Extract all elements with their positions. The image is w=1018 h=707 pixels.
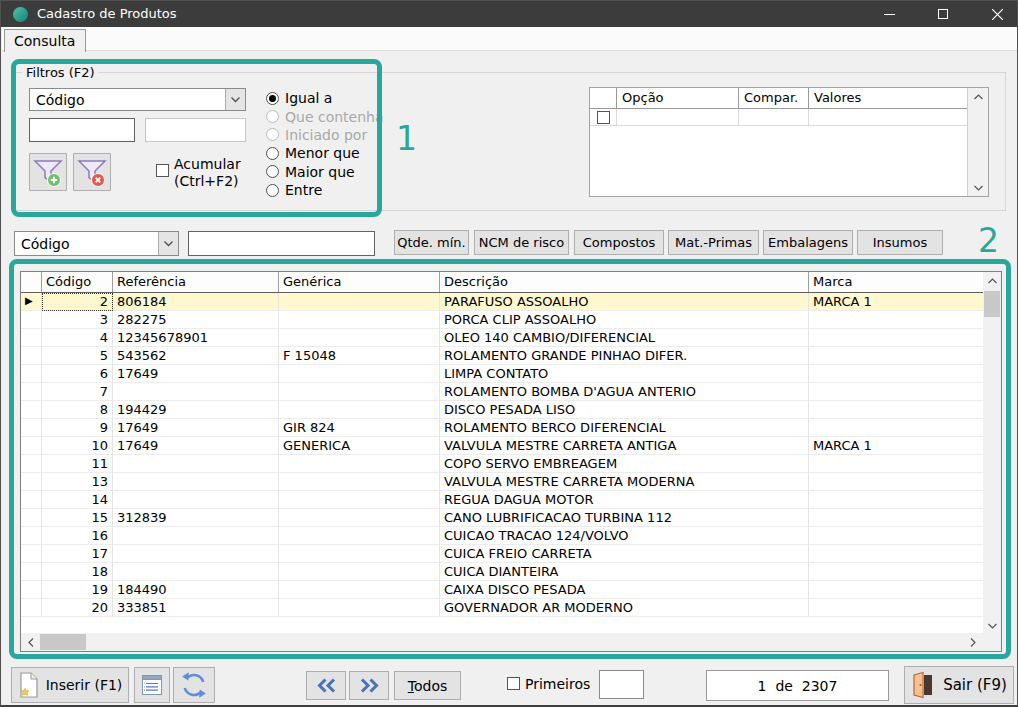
- category-button[interactable]: NCM de risco: [474, 230, 569, 255]
- annotation-number-1: 1: [396, 119, 417, 158]
- first-label: Primeiros: [525, 676, 590, 692]
- category-button[interactable]: Embalagens: [763, 230, 853, 255]
- table-row[interactable]: 3 282275 PORCA CLIP ASSOALHO: [21, 311, 983, 329]
- table-row[interactable]: 17 CUICA FREIO CARRETA: [21, 545, 983, 563]
- conditions-header: Opção Compar. Valores: [590, 88, 988, 109]
- app-icon: [13, 7, 28, 22]
- next-button[interactable]: [349, 671, 389, 700]
- category-button[interactable]: Insumos: [857, 230, 943, 255]
- row-indicator: [21, 293, 42, 311]
- new-document-icon: [18, 672, 40, 698]
- conditions-row[interactable]: [590, 109, 988, 126]
- tab-strip: [2, 27, 1018, 51]
- row-indicator: [21, 365, 42, 383]
- table-row[interactable]: 11 COPO SERVO EMBREAGEM: [21, 455, 983, 473]
- scroll-thumb[interactable]: [984, 291, 1000, 317]
- row-indicator: [21, 383, 42, 401]
- row-indicator: [21, 419, 42, 437]
- annotation-number-2: 2: [978, 221, 999, 260]
- row-indicator: [21, 599, 42, 617]
- category-button[interactable]: Compostos: [574, 230, 664, 255]
- scroll-up-icon: [968, 88, 988, 105]
- table-row[interactable]: 2 806184 PARAFUSO ASSOALHO MARCA 1: [21, 293, 983, 311]
- next-icon: [359, 678, 380, 693]
- products-grid-header: Código Referência Genérica Descrição Mar…: [21, 272, 983, 293]
- refresh-icon: [179, 670, 209, 700]
- table-row[interactable]: 8 194429 DISCO PESADA LISO: [21, 401, 983, 419]
- row-indicator: [21, 473, 42, 491]
- form-list-icon: [140, 673, 164, 697]
- app-window: Cadastro de Produtos Consulta Filtros (F…: [0, 0, 1018, 707]
- table-row[interactable]: 20 333851 GOVERNADOR AR MODERNO: [21, 599, 983, 617]
- row-indicator: [21, 347, 42, 365]
- row-indicator: [21, 455, 42, 473]
- door-exit-icon: [911, 671, 935, 699]
- category-button[interactable]: Mat.-Primas: [668, 230, 759, 255]
- first-count-input[interactable]: [599, 670, 644, 699]
- vertical-scrollbar[interactable]: [983, 272, 1001, 634]
- row-indicator: [21, 401, 42, 419]
- table-row[interactable]: 19 184490 CAIXA DISCO PESADA: [21, 581, 983, 599]
- row-indicator: [21, 509, 42, 527]
- window-title: Cadastro de Produtos: [37, 6, 177, 21]
- row-indicator: [21, 545, 42, 563]
- record-position: 1 de 2307: [706, 670, 889, 701]
- table-row[interactable]: 4 12345678901 OLEO 140 CAMBIO/DIFERENCIA…: [21, 329, 983, 347]
- filter-conditions-grid[interactable]: Opção Compar. Valores: [589, 87, 989, 197]
- table-row[interactable]: 16 CUICAO TRACAO 124/VOLVO: [21, 527, 983, 545]
- scroll-right-icon: [963, 633, 983, 651]
- row-indicator: [21, 563, 42, 581]
- insert-button[interactable]: Inserir (F1): [11, 667, 129, 703]
- category-button[interactable]: Qtde. mín.: [394, 230, 469, 255]
- previous-icon: [316, 678, 337, 693]
- conditions-col-check: [590, 88, 617, 108]
- all-button[interactable]: Todos: [394, 671, 461, 700]
- minimize-icon: [884, 9, 895, 20]
- table-row[interactable]: 9 17649 GIR 824 ROLAMENTO BERCO DIFERENC…: [21, 419, 983, 437]
- annotation-box-1: [11, 59, 382, 217]
- scroll-up-icon: [983, 272, 1001, 289]
- exit-button[interactable]: Sair (F9): [904, 666, 1014, 704]
- table-row[interactable]: 6 17649 LIMPA CONTATO: [21, 365, 983, 383]
- scrollbar-corner: [983, 633, 1001, 651]
- refresh-button[interactable]: [173, 667, 215, 703]
- table-row[interactable]: 10 17649 GENERICA VALVULA MESTRE CARRETA…: [21, 437, 983, 455]
- condition-checkbox[interactable]: [597, 111, 610, 124]
- close-button[interactable]: [974, 1, 1018, 27]
- row-indicator: [21, 527, 42, 545]
- row-indicator: [21, 437, 42, 455]
- col-indicator: [21, 272, 42, 292]
- scroll-down-icon: [968, 179, 988, 196]
- first-checkbox[interactable]: [507, 677, 520, 690]
- table-row[interactable]: 5 543562 F 15048 ROLAMENTO GRANDE PINHAO…: [21, 347, 983, 365]
- row-indicator: [21, 329, 42, 347]
- table-row[interactable]: 14 REGUA DAGUA MOTOR: [21, 491, 983, 509]
- scroll-down-icon: [983, 617, 1001, 634]
- conditions-scrollbar[interactable]: [967, 88, 988, 196]
- table-row[interactable]: 18 CUICA DIANTEIRA: [21, 563, 983, 581]
- scroll-left-icon: [21, 633, 41, 651]
- details-button[interactable]: [134, 667, 170, 703]
- row-indicator: [21, 581, 42, 599]
- scroll-thumb[interactable]: [40, 634, 86, 650]
- table-row[interactable]: 13 VALVULA MESTRE CARRETA MODERNA: [21, 473, 983, 491]
- maximize-icon: [938, 9, 948, 19]
- maximize-button[interactable]: [920, 1, 966, 27]
- table-row[interactable]: 7 ROLAMENTO BOMBA D'AGUA ANTERIO: [21, 383, 983, 401]
- chevron-down-icon: [158, 232, 178, 255]
- minimize-button[interactable]: [866, 1, 912, 27]
- close-icon: [992, 9, 1003, 20]
- row-indicator: [21, 311, 42, 329]
- products-grid[interactable]: Código Referência Genérica Descrição Mar…: [20, 271, 1002, 652]
- search-input[interactable]: [188, 231, 375, 256]
- search-field-select[interactable]: Código: [14, 231, 179, 256]
- horizontal-scrollbar[interactable]: [21, 633, 983, 651]
- row-indicator: [21, 491, 42, 509]
- previous-button[interactable]: [306, 671, 346, 700]
- products-grid-body: 2 806184 PARAFUSO ASSOALHO MARCA 1 3 282…: [21, 293, 1001, 617]
- tab-consulta[interactable]: Consulta: [4, 29, 86, 52]
- table-row[interactable]: 15 312839 CANO LUBRIFICACAO TURBINA 112: [21, 509, 983, 527]
